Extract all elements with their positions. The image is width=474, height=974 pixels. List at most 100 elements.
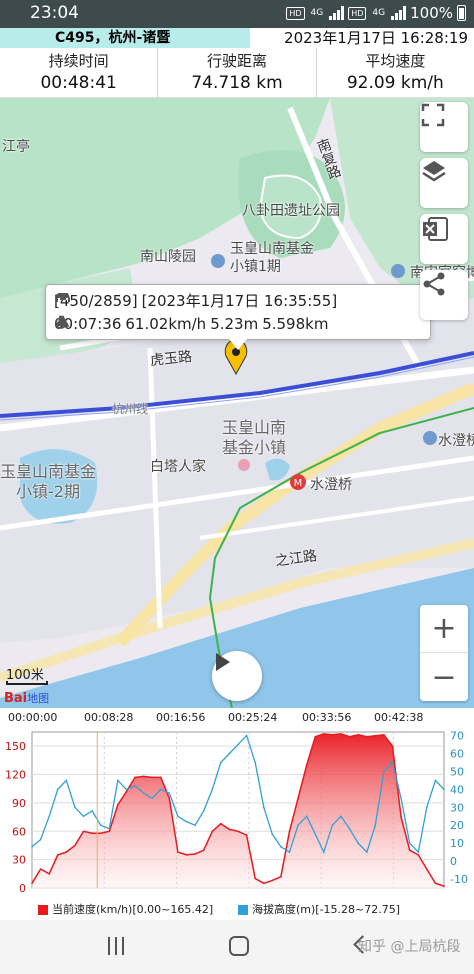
altitude-point [271,833,274,835]
altitude-point [237,743,239,746]
altitude-point [39,838,42,841]
speed-point [74,844,76,847]
zoom-in-button[interactable]: + [420,605,468,653]
map-scale-bar [6,681,48,685]
speed-point [357,734,360,736]
fullscreen-button[interactable] [420,102,468,152]
time-tick: 00:16:56 [156,711,206,724]
speed-point [366,735,368,738]
system-nav-bar: 知乎 @上局杭段 [0,920,474,974]
speed-point [288,830,291,833]
speed-point [237,830,239,833]
chart-time-axis: 00:00:00 00:08:28 00:16:56 00:25:24 00:3… [0,708,474,728]
legend-label-speed: 当前速度(km/h)[0.00~165.42] [52,903,214,916]
speed-point [168,797,171,799]
altitude-point [331,824,334,826]
right-tick-label: 0 [450,855,457,868]
map-label: 玉皇山南 基金小镇 [222,418,287,457]
speed-point [254,877,256,880]
play-button[interactable] [212,651,262,701]
car-icon [56,293,70,302]
altitude-point [323,851,325,853]
stat-value: 74.718 km [191,73,283,93]
stat-value: 00:48:41 [40,73,117,93]
export-excel-button[interactable] [420,214,468,264]
time-tick: 00:33:56 [302,711,352,724]
legend-swatch-speed [38,905,48,915]
speed-point [134,776,136,779]
map-label: 水澄桥 [310,477,352,493]
altitude-point [374,824,377,826]
left-tick-label: 60 [12,825,26,838]
altitude-point [177,815,179,818]
altitude-point [108,828,111,830]
legend-item-altitude: 海拔高度(m)[-15.28~72.75] [238,901,400,917]
zoom-out-button[interactable]: − [420,653,468,701]
speed-point [202,849,205,851]
signal-icon-2 [391,6,407,20]
speed-point [271,879,274,882]
battery-percent: 100% [410,4,453,22]
recent-apps-button[interactable] [108,937,124,955]
speed-point [426,868,428,870]
poi-icon [238,459,250,471]
popup-details: 00:07:36 61.02km/h 5.23m 5.598km [54,315,328,333]
speed-point [348,735,351,738]
altitude-point [263,806,265,809]
share-icon [423,272,445,296]
altitude-point [211,788,214,791]
altitude-point [57,788,59,791]
altitude-point [314,833,317,835]
speed-point [417,854,420,856]
speed-point [305,764,308,766]
popup-altitude: 5.23m [210,315,259,333]
map-label: 玉皇山南基金 小镇1期 [230,241,314,275]
stat-label: 平均速度 [365,52,426,70]
altitude-point [74,806,76,809]
altitude-point [297,824,299,826]
altitude-point [82,815,85,818]
altitude-point [417,851,420,853]
altitude-point [400,797,402,800]
altitude-point [228,752,231,755]
time-tick: 00:25:24 [228,711,278,724]
svg-text:M: M [294,478,303,489]
legend-item-speed: 当前速度(km/h)[0.00~165.42] [38,901,213,917]
chart-legend: 当前速度(km/h)[0.00~165.42] 海拔高度(m)[-15.28~7… [0,898,474,918]
right-tick-label: 10 [450,837,464,850]
speed-altitude-chart[interactable]: 0 30 60 90 120 150 -10 0 10 20 30 40 50 60 70 [0,726,474,898]
speed-point [48,873,50,875]
baidu-logo-text: Bai [4,691,28,706]
altitude-point [280,846,282,848]
excel-icon [423,217,448,241]
map-layers-button[interactable] [420,158,468,208]
right-tick-label: 70 [450,730,464,743]
altitude-point [168,792,171,794]
map-label: 南山陵园 [140,249,196,265]
share-button[interactable] [420,270,468,320]
map-view[interactable]: M 江亭 南复路 八卦田遗址公园 南山陵园 玉皇山南基金 小镇1期 南宋官窑博 … [0,98,474,708]
speed-point [177,851,179,853]
status-time: 23:04 [30,3,79,23]
popup-speed: 61.02km/h [125,315,207,333]
left-tick-label: 0 [19,882,26,895]
speed-point [314,735,317,738]
right-tick-label: 20 [450,819,464,832]
speed-point [263,882,265,885]
chart-right-ticks: -10 0 10 20 30 40 50 60 70 [450,730,468,886]
speed-point [142,775,145,778]
status-bar: 23:04 HD 4G HD 4G 100% [0,0,474,28]
speed-point [108,830,111,833]
altitude-point [245,734,248,737]
speed-point [383,734,385,736]
altitude-point [194,824,196,826]
right-tick-label: 50 [450,765,464,778]
altitude-point [357,842,360,844]
poi-icon [423,431,437,445]
zoom-controls: + − [420,605,468,701]
altitude-point [142,792,145,794]
home-button[interactable] [229,936,249,956]
speed-point [245,834,248,836]
speed-point [400,816,402,818]
left-tick-label: 150 [5,740,26,753]
